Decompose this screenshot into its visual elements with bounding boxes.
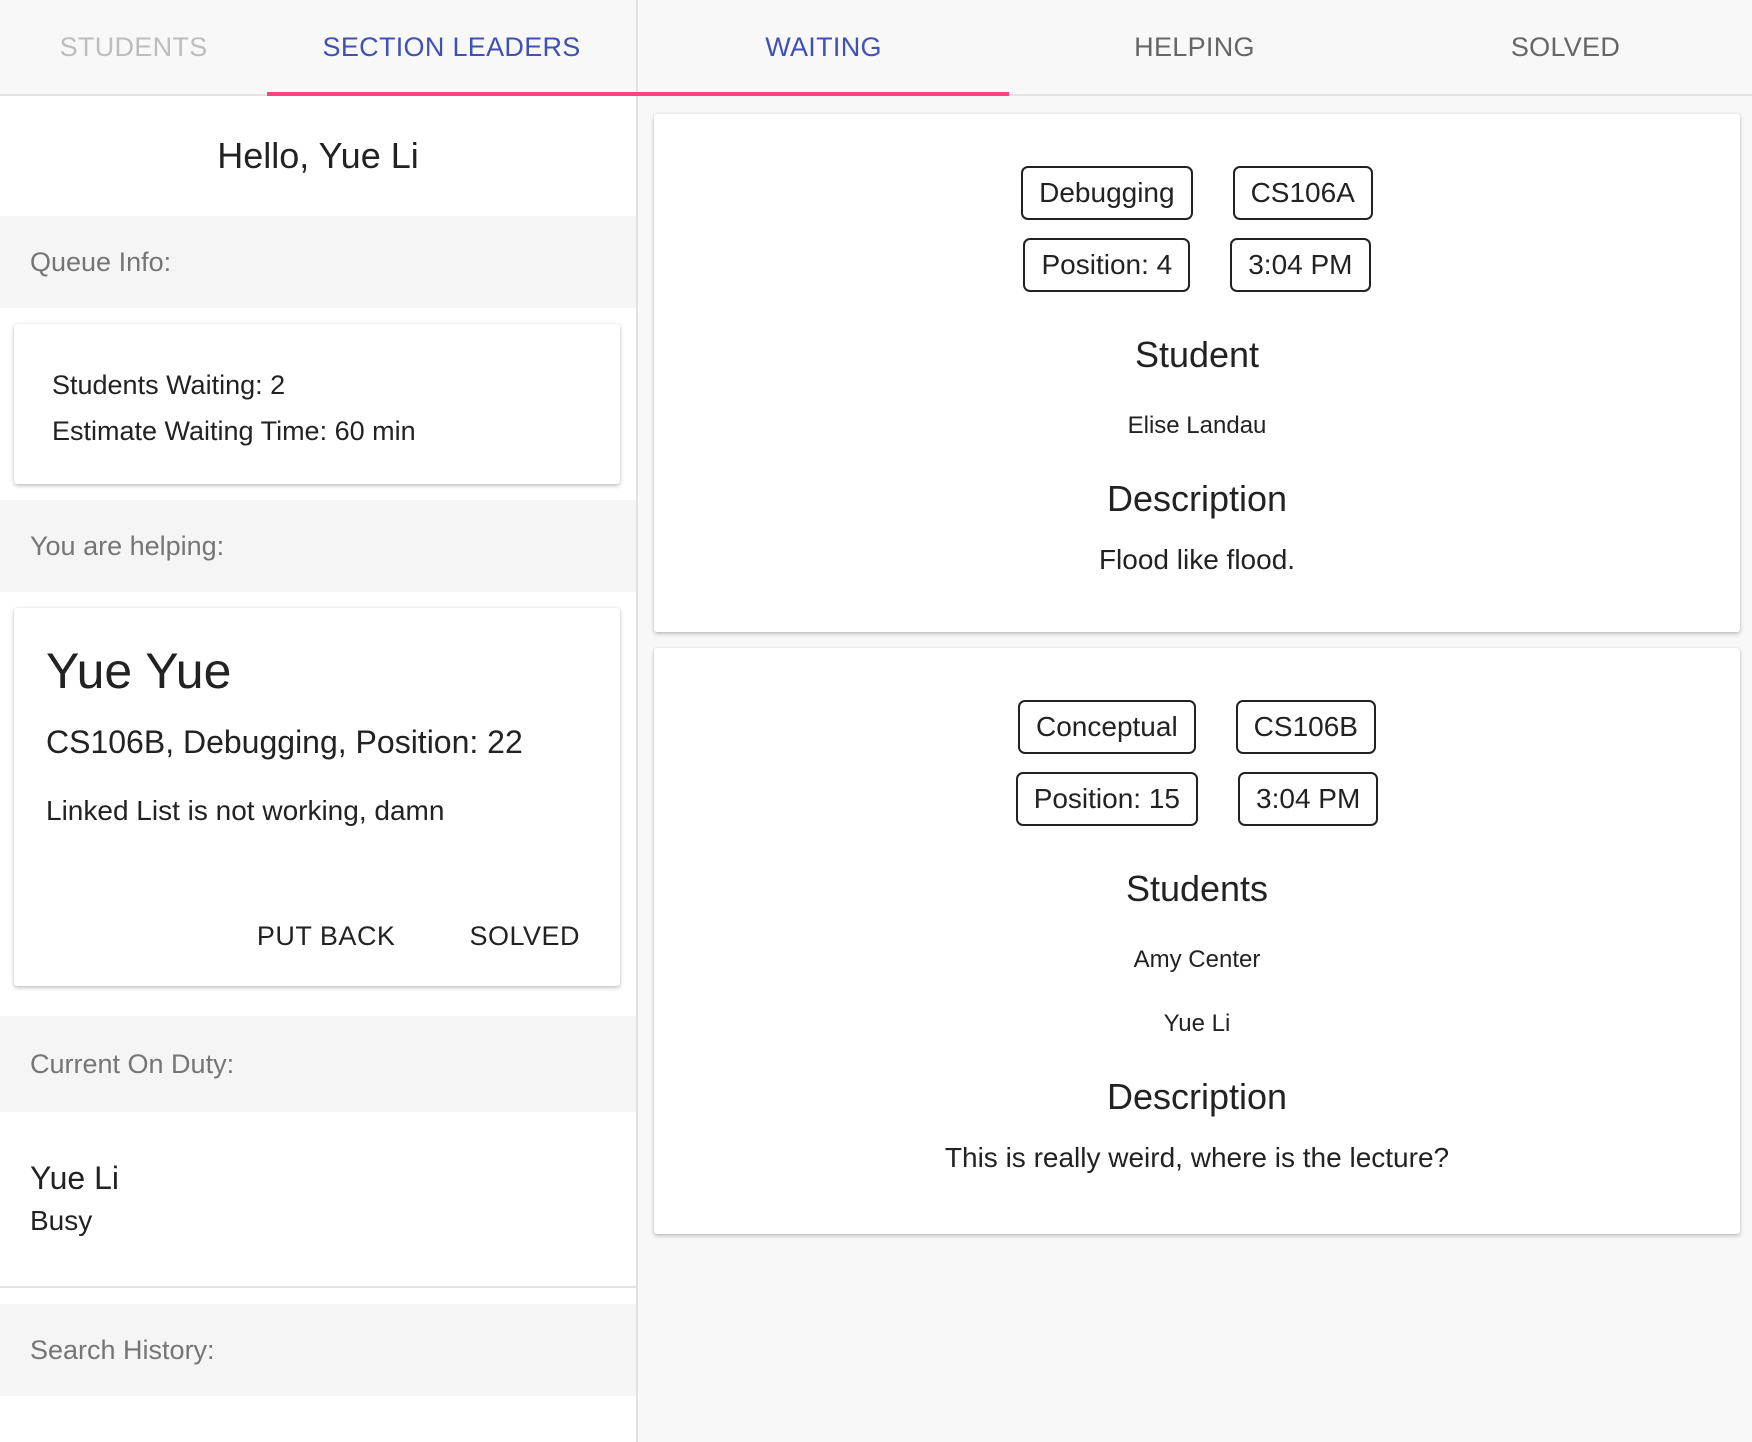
chip-row: Position: 15 3:04 PM [654,772,1740,826]
position-chip: Position: 15 [1015,772,1199,826]
right-tabbar: WAITING HELPING SOLVED [610,0,1752,96]
helping-meta: CS106B, Debugging, Position: 22 [46,724,523,760]
helping-student-name: Yue Yue [46,643,232,699]
chip-row: Debugging CS106A [654,166,1740,220]
helping-actions: PUT BACK SOLVED [257,921,580,952]
students-waiting: Students Waiting: 2 [52,370,286,400]
search-history-header: Search History: [0,1304,636,1396]
helping-card: Yue Yue CS106B, Debugging, Position: 22 … [14,608,620,986]
description-heading: Description [1106,478,1288,519]
chip-row: Conceptual CS106B [654,700,1740,754]
request-description: This is really weird, where is the lectu… [944,1142,1450,1173]
left-panel: STUDENTS SECTION LEADERS Hello, Yue Li Q… [0,0,638,1442]
tab-waiting[interactable]: WAITING [610,0,1009,96]
helping-description: Linked List is not working, damn [46,795,445,826]
course-chip: CS106A [1232,166,1373,220]
solved-button[interactable]: SOLVED [469,921,580,952]
student-name: Amy Center [1133,946,1261,973]
description-heading: Description [1106,1076,1288,1117]
left-tabbar: STUDENTS SECTION LEADERS [0,0,636,96]
app: STUDENTS SECTION LEADERS Hello, Yue Li Q… [0,0,1752,1442]
request-card[interactable]: Conceptual CS106B Position: 15 3:04 PM S… [654,648,1740,1234]
type-chip: Debugging [1021,166,1193,220]
put-back-button[interactable]: PUT BACK [257,921,396,952]
request-description: Flood like flood. [1098,544,1296,575]
on-duty-header: Current On Duty: [0,1016,636,1112]
position-chip: Position: 4 [1023,238,1191,292]
on-duty-name: Yue Li [30,1160,119,1196]
estimate-waiting-time: Estimate Waiting Time: 60 min [52,416,416,446]
greeting: Hello, Yue Li [0,96,636,216]
tab-solved[interactable]: SOLVED [1380,0,1751,94]
on-duty-status: Busy [30,1205,93,1236]
type-chip: Conceptual [1018,700,1196,754]
tab-helping[interactable]: HELPING [1009,0,1380,94]
helping-header: You are helping: [0,500,636,592]
student-name: Elise Landau [1127,412,1267,439]
queue-info-card: Students Waiting: 2 Estimate Waiting Tim… [14,324,620,484]
right-panel: WAITING HELPING SOLVED Debugging CS106A … [610,0,1752,1442]
students-heading: Students [1125,868,1269,909]
time-chip: 3:04 PM [1238,772,1379,826]
on-duty-item: Yue Li Busy [0,1112,636,1288]
time-chip: 3:04 PM [1230,238,1371,292]
course-chip: CS106B [1235,700,1376,754]
chip-row: Position: 4 3:04 PM [654,238,1740,292]
students-heading: Student [1134,334,1260,375]
student-name: Yue Li [1163,1010,1231,1037]
tab-students[interactable]: STUDENTS [0,0,267,94]
queue-info-header: Queue Info: [0,216,636,308]
request-card[interactable]: Debugging CS106A Position: 4 3:04 PM Stu… [654,114,1740,632]
tab-section-leaders[interactable]: SECTION LEADERS [267,0,636,96]
